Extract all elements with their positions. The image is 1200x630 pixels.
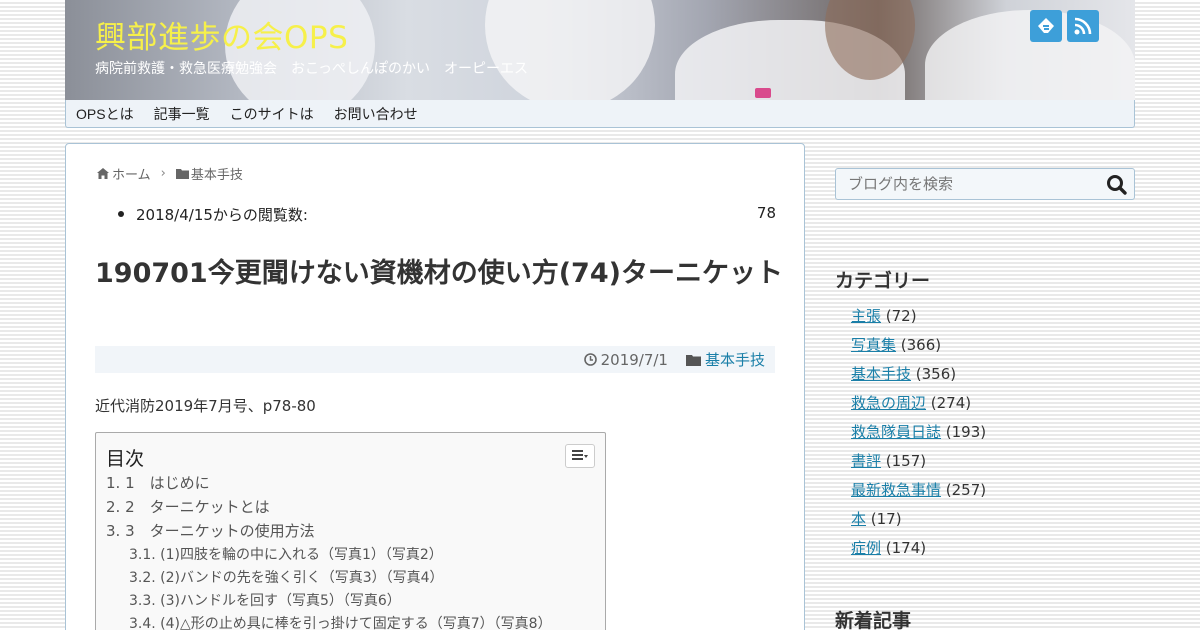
rss-icon[interactable] — [1067, 10, 1099, 42]
toc-toggle-button[interactable] — [565, 444, 595, 468]
nav-item-site[interactable]: このサイトは — [230, 104, 314, 124]
toc-title: 目次 — [106, 448, 145, 470]
view-counter-label: 2018/4/15からの閲覧数: — [136, 206, 308, 224]
toc-subitem[interactable]: 3.4. (4)△形の止め具に棒を引っ掛けて固定する（写真7）（写真8） — [129, 613, 552, 630]
category-link[interactable]: 基本手技 — [851, 365, 911, 383]
category-count: (72) — [881, 307, 917, 325]
toc-subitem[interactable]: 3.2. (2)バンドの先を強く引く（写真3）（写真4） — [129, 567, 444, 587]
breadcrumb-home[interactable]: ホーム — [112, 164, 151, 183]
site-title-link[interactable]: 興部進歩の会OPS — [95, 12, 348, 57]
search-box — [835, 168, 1135, 200]
toc-item[interactable]: 3. 3 ターニケットの使用方法 — [106, 520, 315, 541]
category-link[interactable]: 写真集 — [851, 336, 896, 354]
list-item: 症例 (174) — [851, 537, 986, 566]
header-photo-shape — [485, 0, 655, 100]
list-item: 主張 (72) — [851, 305, 986, 334]
category-link[interactable]: 最新救急事情 — [851, 481, 941, 499]
home-icon — [97, 168, 109, 179]
post-category-link[interactable]: 基本手技 — [705, 349, 765, 370]
categories-heading: カテゴリー — [835, 270, 931, 292]
view-counter-value: 78 — [756, 204, 776, 222]
category-link[interactable]: 救急の周辺 — [851, 394, 926, 412]
post-meta: 2019/7/1 基本手技 — [95, 346, 775, 373]
breadcrumb-separator: › — [160, 166, 166, 181]
folder-icon — [175, 168, 189, 179]
breadcrumb: ホーム › 基本手技 — [97, 164, 243, 183]
category-link[interactable]: 書評 — [851, 452, 881, 470]
search-input[interactable] — [836, 169, 1096, 199]
post-title: 190701今更聞けない資機材の使い方(74)ターニケット — [95, 258, 783, 289]
clock-icon — [583, 353, 597, 366]
category-count: (17) — [866, 510, 902, 528]
category-link[interactable]: 救急隊員日誌 — [851, 423, 941, 441]
category-list: 主張 (72) 写真集 (366) 基本手技 (356) 救急の周辺 (274)… — [851, 305, 986, 566]
list-item: 基本手技 (356) — [851, 363, 986, 392]
category-link[interactable]: 主張 — [851, 307, 881, 325]
list-item: 救急の周辺 (274) — [851, 392, 986, 421]
category-count: (157) — [881, 452, 927, 470]
category-count: (174) — [881, 539, 927, 557]
breadcrumb-category[interactable]: 基本手技 — [191, 164, 243, 183]
category-count: (257) — [941, 481, 987, 499]
list-item: 救急隊員日誌 (193) — [851, 421, 986, 450]
toc-item[interactable]: 2. 2 ターニケットとは — [106, 496, 270, 517]
list-item: 写真集 (366) — [851, 334, 986, 363]
post-lead-text: 近代消防2019年7月号、p78-80 — [95, 397, 316, 415]
main-content: ホーム › 基本手技 2018/4/15からの閲覧数: 78 190701今更聞… — [65, 143, 805, 630]
category-count: (193) — [941, 423, 987, 441]
toc-item[interactable]: 1. 1 はじめに — [106, 472, 210, 493]
nav-item-about[interactable]: OPSとは — [76, 104, 134, 124]
post-date: 2019/7/1 — [600, 350, 668, 369]
recent-posts-heading: 新着記事 — [835, 610, 912, 630]
list-item: 最新救急事情 (257) — [851, 479, 986, 508]
view-counter: 2018/4/15からの閲覧数: 78 — [118, 204, 776, 225]
category-link[interactable]: 症例 — [851, 539, 881, 557]
toc-subitem[interactable]: 3.1. (1)四肢を輪の中に入れる（写真1）（写真2） — [129, 544, 443, 564]
search-icon[interactable] — [1106, 174, 1128, 196]
category-link[interactable]: 本 — [851, 510, 866, 528]
list-item: 書評 (157) — [851, 450, 986, 479]
site-subtitle: 病院前救護・救急医療勉強会 おこっぺしんぽのかい オーピーエス — [95, 61, 529, 77]
feedly-icon[interactable] — [1030, 10, 1062, 42]
list-icon — [572, 450, 588, 462]
bullet — [118, 211, 124, 217]
category-count: (356) — [911, 365, 957, 383]
category-count: (366) — [896, 336, 942, 354]
global-nav: OPSとは 記事一覧 このサイトは お問い合わせ — [65, 100, 1135, 128]
site-header: 興部進歩の会OPS 病院前救護・救急医療勉強会 おこっぺしんぽのかい オーピーエ… — [65, 0, 1135, 100]
toc-subitem[interactable]: 3.3. (3)ハンドルを回す（写真5）（写真6） — [129, 590, 401, 610]
table-of-contents: 目次 1. 1 はじめに 2. 2 ターニケットとは 3. 3 ターニケットの使… — [95, 432, 606, 630]
nav-item-articles[interactable]: 記事一覧 — [154, 104, 210, 124]
category-count: (274) — [926, 394, 972, 412]
folder-icon — [685, 354, 701, 366]
header-photo-shape — [755, 88, 771, 98]
nav-item-contact[interactable]: お問い合わせ — [334, 104, 418, 124]
list-item: 本 (17) — [851, 508, 986, 537]
